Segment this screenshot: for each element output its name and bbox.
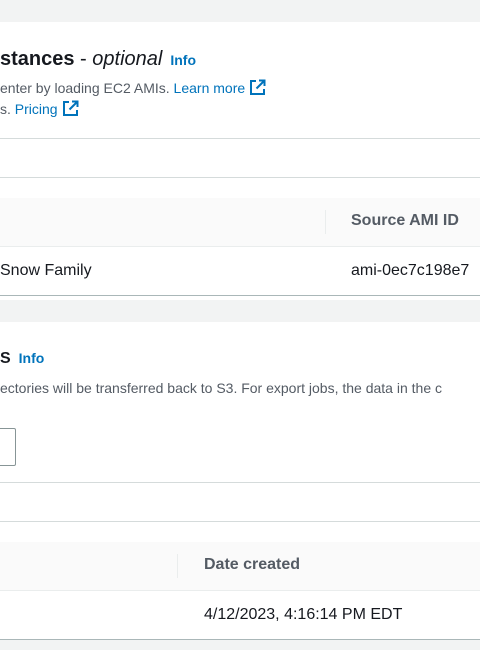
external-link-icon[interactable]: [249, 79, 266, 99]
divider: [0, 138, 480, 139]
divider: [0, 521, 480, 522]
s3-title-text: S: [0, 350, 11, 367]
table-divider: [0, 246, 480, 247]
table-cell-name: Snow Family: [0, 262, 92, 279]
divider: [0, 482, 480, 483]
s3-input-box[interactable]: [0, 428, 16, 466]
ec2-info-link[interactable]: Info: [170, 52, 196, 68]
external-link-icon[interactable]: [62, 100, 79, 120]
divider: [0, 177, 480, 178]
s3-title: S Info: [0, 350, 44, 368]
column-header-source-ami-id[interactable]: Source AMI ID: [351, 212, 459, 230]
learn-more-link[interactable]: Learn more: [174, 80, 246, 96]
table-cell-date-created: 4/12/2023, 4:16:14 PM EDT: [204, 606, 403, 623]
ec2-amis-title-text: stances: [0, 48, 75, 70]
s3-info-link[interactable]: Info: [19, 350, 45, 366]
ec2-description-line2: s. Pricing: [0, 100, 79, 120]
s3-description: ectories will be transferred back to S3.…: [0, 380, 442, 396]
ec2-amis-title: stances - optional Info: [0, 48, 196, 71]
column-header-date-created[interactable]: Date created: [204, 556, 300, 574]
ec2-desc-text: enter by loading EC2 AMIs.: [0, 80, 170, 96]
panel-bottom-border: [0, 639, 480, 640]
panel-bottom-border: [0, 295, 480, 296]
table-cell-source-ami: ami-0ec7c198e7: [351, 262, 470, 279]
column-divider: [177, 554, 178, 578]
title-separator: -: [74, 48, 93, 70]
s3-panel: [0, 322, 480, 640]
ec2-description-line1: enter by loading EC2 AMIs. Learn more: [0, 79, 266, 99]
column-divider: [325, 210, 326, 234]
pricing-link[interactable]: Pricing: [15, 101, 58, 117]
optional-label: optional: [92, 48, 163, 70]
ec2-desc-prefix: s.: [0, 101, 11, 117]
table-divider: [0, 590, 480, 591]
